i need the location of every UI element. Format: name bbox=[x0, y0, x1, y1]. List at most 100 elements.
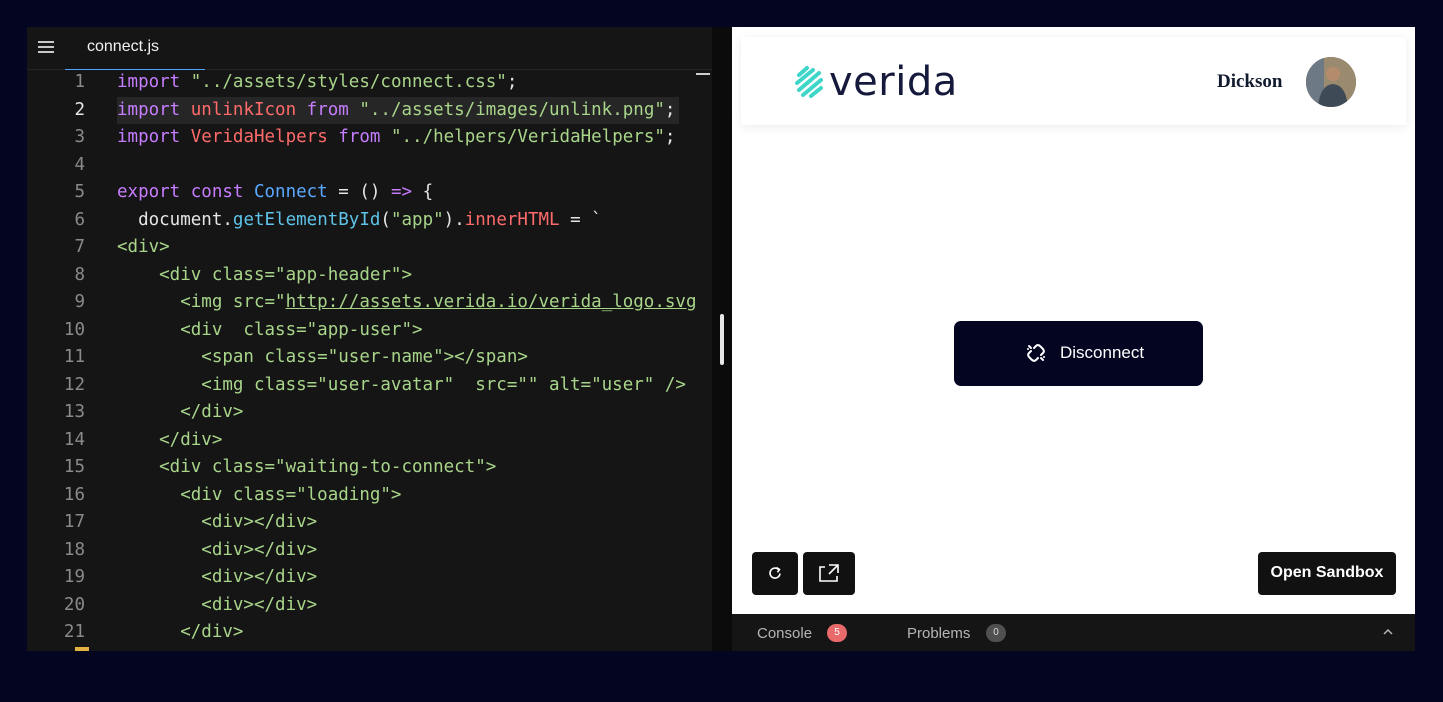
code-line-text: <div></div> bbox=[117, 537, 321, 565]
code-token: { bbox=[412, 182, 434, 202]
code-line[interactable]: 10 <div class="app-user"> bbox=[27, 317, 712, 345]
code-token: <div></div> bbox=[117, 539, 318, 560]
code-line-text: </div> bbox=[117, 427, 226, 455]
code-line[interactable]: 17 <div></div> bbox=[27, 509, 712, 537]
code-token: import bbox=[117, 99, 191, 120]
code-line[interactable]: 21 </div> bbox=[27, 619, 712, 647]
line-number: 16 bbox=[63, 484, 85, 505]
code-line[interactable]: 5 export const Connect = () => { bbox=[27, 179, 712, 207]
code-line-text: <span class="user-name"></span> bbox=[117, 344, 532, 372]
preview-pane: verida Dickson Disconnect Open Sandbox bbox=[732, 27, 1415, 614]
code-token: <div></div> bbox=[117, 512, 318, 532]
code-line-text: <div></div> bbox=[117, 564, 321, 592]
problems-tab[interactable]: Problems bbox=[907, 625, 970, 642]
logo-text: verida bbox=[829, 59, 958, 105]
disconnect-label: Disconnect bbox=[1060, 343, 1145, 362]
verida-logo-icon bbox=[795, 66, 823, 98]
code-line-text: <div class="loading"> bbox=[117, 482, 405, 510]
open-new-window-icon bbox=[819, 564, 839, 582]
code-line[interactable]: 2 import unlinkIcon from "../assets/image… bbox=[27, 96, 712, 124]
code-line[interactable]: 16 <div class="loading"> bbox=[27, 482, 712, 510]
code-token: from bbox=[338, 127, 391, 147]
line-number: 1 bbox=[74, 72, 85, 92]
code-line-text: <div class="app-header"> bbox=[117, 262, 416, 290]
chevron-up-icon[interactable] bbox=[1382, 626, 1394, 638]
code-token: "../helpers/VeridaHelpers" bbox=[390, 127, 665, 147]
line-number: 9 bbox=[74, 292, 85, 312]
line-number: 5 bbox=[74, 182, 85, 202]
splitter-handle[interactable] bbox=[720, 314, 724, 365]
code-line-text: <div class="app-user"> bbox=[117, 317, 427, 345]
code-token: </div> bbox=[117, 429, 223, 450]
open-new-window-button[interactable] bbox=[803, 552, 855, 595]
code-token: export const bbox=[117, 182, 254, 202]
code-editor[interactable]: connect.js 1 import "../assets/styles/con… bbox=[27, 27, 712, 651]
tab-connect-js[interactable]: connect.js bbox=[65, 27, 205, 70]
code-line[interactable]: 9 <img src="http://assets.verida.io/veri… bbox=[27, 289, 712, 317]
code-token: <img src=" bbox=[117, 292, 286, 312]
code-token: <div></div> bbox=[117, 567, 318, 587]
console-tab[interactable]: Console bbox=[757, 625, 812, 642]
reload-icon bbox=[769, 566, 781, 579]
code-line[interactable]: 20 <div></div> bbox=[27, 592, 712, 620]
disconnect-button[interactable]: Disconnect bbox=[954, 321, 1203, 386]
code-token: "app" bbox=[390, 209, 444, 230]
code-line-text: document.getElementById("app").innerHTML… bbox=[117, 207, 606, 235]
code-token: <div></div> bbox=[117, 594, 318, 615]
code-line[interactable]: 14 </div> bbox=[27, 427, 712, 455]
code-token: VeridaHelpers bbox=[190, 127, 339, 147]
line-number: 12 bbox=[63, 374, 85, 395]
code-line[interactable]: 11 <span class="user-name"></span> bbox=[27, 344, 712, 372]
code-token: = () bbox=[327, 182, 391, 202]
code-token: <div class="app-user"> bbox=[117, 319, 423, 340]
code-line[interactable]: 15 <div class="waiting-to-connect"> bbox=[27, 454, 712, 482]
code-line-text: import "../assets/styles/connect.css"; bbox=[117, 69, 521, 97]
unlink-icon bbox=[1027, 344, 1045, 362]
code-line[interactable]: 3 import VeridaHelpers from "../helpers/V… bbox=[27, 124, 712, 152]
code-token: "../assets/styles/connect.css" bbox=[190, 72, 507, 92]
code-token: "../assets/images/unlink.png" bbox=[359, 99, 665, 120]
avatar-image bbox=[1306, 57, 1356, 107]
open-sandbox-button[interactable]: Open Sandbox bbox=[1258, 552, 1396, 595]
code-token: document. bbox=[117, 209, 233, 230]
bottom-panel: Console 5 Problems 0 bbox=[732, 614, 1415, 651]
code-token: http://assets.verida.io/verida_logo.svg bbox=[285, 292, 697, 312]
line-number: 3 bbox=[74, 127, 85, 147]
code-line-text: </div> bbox=[117, 619, 247, 647]
app-frame: connect.js 1 import "../assets/styles/con… bbox=[27, 27, 1415, 651]
code-line-text: <img src="http://assets.verida.io/verida… bbox=[117, 289, 700, 317]
line-number: 19 bbox=[63, 567, 85, 587]
code-area[interactable]: 1 import "../assets/styles/connect.css"; 2… bbox=[27, 69, 712, 651]
line-number: 13 bbox=[63, 402, 85, 422]
code-token: = ` bbox=[559, 209, 602, 230]
code-line[interactable]: 7 <div> bbox=[27, 234, 712, 262]
line-number: 17 bbox=[63, 512, 85, 532]
code-token: ; bbox=[664, 127, 676, 147]
code-line[interactable]: 18 <div></div> bbox=[27, 537, 712, 565]
code-token: <div> bbox=[117, 237, 170, 257]
code-token: import bbox=[117, 127, 191, 147]
code-line[interactable]: 4 bbox=[27, 152, 712, 180]
code-token: </div> bbox=[117, 622, 244, 642]
code-line[interactable]: 1 import "../assets/styles/connect.css"; bbox=[27, 69, 712, 97]
line-number: 10 bbox=[63, 319, 85, 340]
hamburger-menu-icon[interactable] bbox=[38, 41, 54, 53]
open-sandbox-label: Open Sandbox bbox=[1270, 564, 1384, 581]
code-line[interactable]: 13 </div> bbox=[27, 399, 712, 427]
line-number: 21 bbox=[63, 622, 85, 642]
problems-count-badge: 0 bbox=[986, 624, 1006, 642]
line-number: 15 bbox=[63, 457, 85, 477]
code-token: ). bbox=[443, 209, 465, 230]
code-token: from bbox=[306, 99, 360, 120]
code-line[interactable]: 12 <img class="user-avatar" src="" alt="… bbox=[27, 372, 712, 400]
code-line-text: import unlinkIcon from "../assets/images… bbox=[117, 96, 680, 124]
code-line[interactable]: 19 <div></div> bbox=[27, 564, 712, 592]
code-line[interactable]: 6 document.getElementById("app").innerHT… bbox=[27, 207, 712, 235]
reload-button[interactable] bbox=[752, 552, 798, 595]
code-token: => bbox=[390, 182, 413, 202]
code-line-text: <div> bbox=[117, 234, 174, 262]
code-token: <span class="user-name"></span> bbox=[117, 347, 528, 367]
user-name: Dickson bbox=[1217, 71, 1283, 92]
user-avatar bbox=[1306, 57, 1356, 107]
code-line[interactable]: 8 <div class="app-header"> bbox=[27, 262, 712, 290]
